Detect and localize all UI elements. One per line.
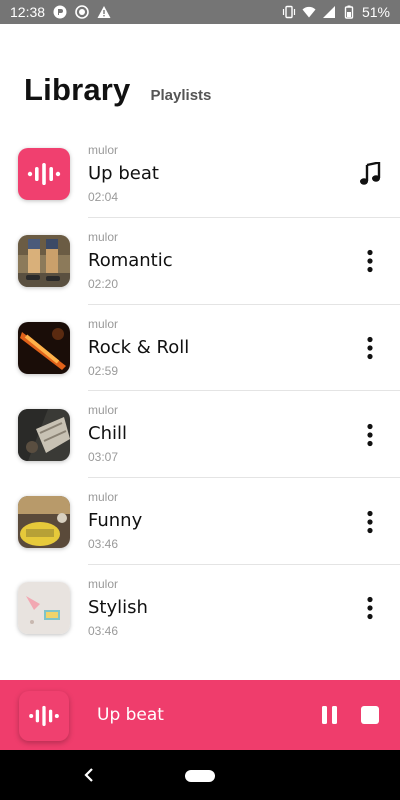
soundwave-logo-icon [27, 163, 61, 186]
tab-playlists[interactable]: Playlists [151, 87, 212, 104]
playlist-thumbnail [18, 235, 70, 288]
playlist-duration: 02:04 [88, 190, 119, 204]
playlist-list: mulor Up beat 02:04 mulor Romantic 02:20… [0, 131, 400, 652]
playlist-item-funny[interactable]: mulor Funny 03:46 [0, 478, 400, 565]
stop-icon[interactable] [358, 703, 382, 727]
playlist-thumbnail [18, 582, 70, 635]
playlist-artist: mulor [88, 143, 119, 157]
warning-icon [97, 6, 111, 18]
playlist-thumbnail [18, 495, 70, 548]
playlist-thumbnail [18, 321, 70, 374]
playlist-name: Rock & Roll [88, 336, 190, 358]
signal-icon [322, 6, 335, 18]
playlist-item-rock-and-roll[interactable]: mulor Rock & Roll 02:59 [0, 305, 400, 392]
record-notification-icon [75, 5, 89, 19]
playlist-artist: mulor [88, 316, 119, 331]
status-time: 12:38 [10, 4, 46, 20]
more-vert-icon[interactable] [356, 334, 384, 362]
music-note-icon[interactable] [356, 160, 384, 188]
playlist-item-up-beat[interactable]: mulor Up beat 02:04 [0, 131, 400, 218]
playlist-artist: mulor [88, 576, 119, 591]
playlist-artist: mulor [88, 490, 119, 505]
playlist-name: Romantic [88, 249, 173, 271]
pause-icon[interactable] [318, 703, 342, 727]
battery-level: 51% [361, 4, 390, 20]
library-header: Library Playlists [24, 72, 211, 108]
mini-player[interactable]: Up beat [0, 680, 400, 750]
playlist-name: Up beat [88, 163, 159, 184]
system-nav-bar [0, 750, 400, 800]
battery-icon [344, 5, 354, 19]
playlist-artist: mulor [88, 403, 119, 418]
playlist-name: Funny [88, 510, 143, 532]
more-vert-icon[interactable] [356, 421, 384, 449]
playlist-thumbnail [18, 148, 70, 201]
more-vert-icon[interactable] [356, 594, 384, 622]
home-pill[interactable] [185, 770, 215, 782]
now-playing-thumbnail [19, 691, 69, 741]
now-playing-title: Up beat [97, 705, 164, 725]
back-icon[interactable] [80, 764, 100, 786]
page-title: Library [24, 72, 131, 107]
playlist-duration: 03:46 [88, 537, 119, 552]
playlist-item-chill[interactable]: mulor Chill 03:07 [0, 391, 400, 479]
playlist-name: Chill [88, 423, 127, 445]
playlist-item-romantic[interactable]: mulor Romantic 02:20 [0, 218, 400, 305]
playlist-duration: 03:07 [88, 450, 119, 465]
playlist-duration: 02:20 [88, 276, 119, 291]
wifi-icon [302, 6, 316, 18]
soundwave-logo-icon [29, 705, 59, 727]
playlist-duration: 02:59 [88, 363, 119, 378]
more-vert-icon[interactable] [356, 508, 384, 536]
more-vert-icon[interactable] [356, 247, 384, 275]
playlist-name: Stylish [88, 596, 148, 618]
playlist-thumbnail [18, 408, 70, 461]
playlist-duration: 03:46 [88, 623, 119, 638]
app-notification-icon [53, 5, 67, 19]
playlist-item-stylish[interactable]: mulor Stylish 03:46 [0, 565, 400, 652]
vibrate-icon [282, 5, 296, 19]
playlist-artist: mulor [88, 229, 119, 244]
status-bar: 12:38 51% [0, 0, 400, 24]
